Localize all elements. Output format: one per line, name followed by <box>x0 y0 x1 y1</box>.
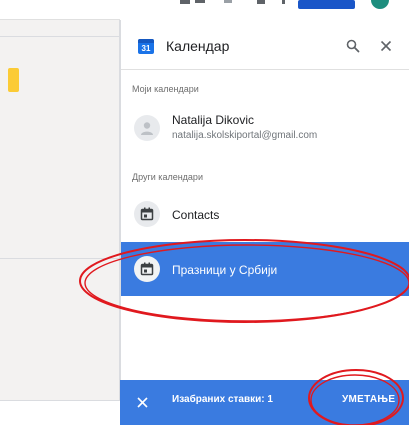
document-highlight-marker <box>8 68 19 92</box>
calendar-item-contacts[interactable]: Contacts <box>121 188 409 240</box>
close-icon <box>380 40 392 52</box>
calendar-icon <box>140 207 154 221</box>
document-background <box>0 0 120 425</box>
avatar <box>134 256 160 282</box>
calendar-31-icon: 31 <box>138 39 154 54</box>
ruler-line <box>0 258 120 259</box>
calendar-item-name: Contacts <box>172 208 220 222</box>
insert-button[interactable]: УМЕТАЊЕ <box>342 394 395 405</box>
selection-action-bar: Изабраних ставки: 1 УМЕТАЊЕ <box>120 380 409 425</box>
close-icon <box>136 396 148 408</box>
ruler-line <box>0 36 120 37</box>
person-icon <box>141 122 153 135</box>
calendar-item-email: natalija.skolskiportal@gmail.com <box>172 130 318 141</box>
calendar-item-name: Natalija Dikovic <box>172 113 255 127</box>
calendar-item-name: Празници у Србији <box>172 263 278 277</box>
selected-count-label: Изабраних ставки: 1 <box>172 394 273 405</box>
calendar-badge-number: 31 <box>141 44 151 53</box>
panel-header: 31 Календар <box>121 20 409 70</box>
calendar-item-holidays-serbia[interactable]: Празници у Србији <box>121 242 409 296</box>
calendar-icon <box>140 262 154 276</box>
search-icon <box>346 39 360 53</box>
panel-title: Календар <box>166 38 230 54</box>
calendar-panel: 31 Календар Моји календари Natalija Diko… <box>120 20 409 425</box>
section-label-other-calendars: Други календари <box>132 172 203 182</box>
section-label-my-calendars: Моји календари <box>132 84 199 94</box>
calendar-item-own[interactable]: Natalija Dikovic natalija.skolskiportal@… <box>121 104 409 152</box>
document-footer-strip <box>0 400 120 425</box>
top-toolbar-partial <box>180 0 389 9</box>
search-button[interactable] <box>341 34 365 58</box>
clear-selection-button[interactable] <box>132 392 152 412</box>
avatar <box>134 201 160 227</box>
avatar <box>134 115 160 141</box>
close-button[interactable] <box>374 34 398 58</box>
